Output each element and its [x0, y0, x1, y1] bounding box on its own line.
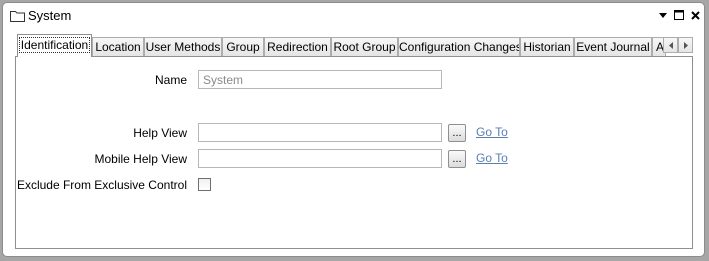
tab-configuration-changes[interactable]: Configuration Changes: [398, 37, 520, 56]
help-view-goto-link[interactable]: Go To: [476, 125, 508, 139]
tab-root-group[interactable]: Root Group: [331, 37, 398, 56]
tab-strip: Identification Location User Methods Gro…: [15, 34, 693, 57]
name-field[interactable]: [198, 70, 442, 89]
exclude-control-checkbox[interactable]: [198, 178, 211, 191]
title-bar: System: [3, 3, 704, 29]
exclude-control-label: Exclude From Exclusive Control: [16, 178, 187, 192]
help-view-browse-button[interactable]: ...: [448, 124, 466, 142]
system-window: System Identification Location User Meth…: [2, 2, 705, 257]
tab-historian[interactable]: Historian: [520, 37, 574, 56]
identification-panel: Name Help View ... Go To Mobile Help Vie…: [15, 56, 693, 249]
folder-icon: [10, 11, 25, 22]
maximize-icon[interactable]: [672, 7, 686, 23]
tab-location[interactable]: Location: [92, 37, 144, 56]
tab-redirection[interactable]: Redirection: [264, 37, 331, 56]
mobile-help-view-goto-link[interactable]: Go To: [476, 151, 508, 165]
mobile-help-view-field[interactable]: [198, 149, 442, 168]
tab-event-journal[interactable]: Event Journal: [574, 37, 652, 56]
help-view-label: Help View: [133, 126, 187, 140]
mobile-help-view-browse-button[interactable]: ...: [448, 150, 466, 168]
dropdown-arrow-icon[interactable]: [656, 7, 670, 23]
tab-identification[interactable]: Identification: [17, 34, 92, 57]
tab-group[interactable]: Group: [222, 37, 264, 56]
scroll-left-icon[interactable]: [663, 37, 678, 53]
mobile-help-view-label: Mobile Help View: [94, 152, 188, 166]
close-icon[interactable]: [688, 7, 702, 23]
window-title: System: [28, 8, 72, 23]
help-view-field[interactable]: [198, 123, 442, 142]
name-label: Name: [154, 73, 187, 87]
scroll-right-icon[interactable]: [678, 37, 693, 53]
tab-scroll-buttons: [663, 37, 694, 53]
tab-user-methods[interactable]: User Methods: [144, 37, 222, 56]
